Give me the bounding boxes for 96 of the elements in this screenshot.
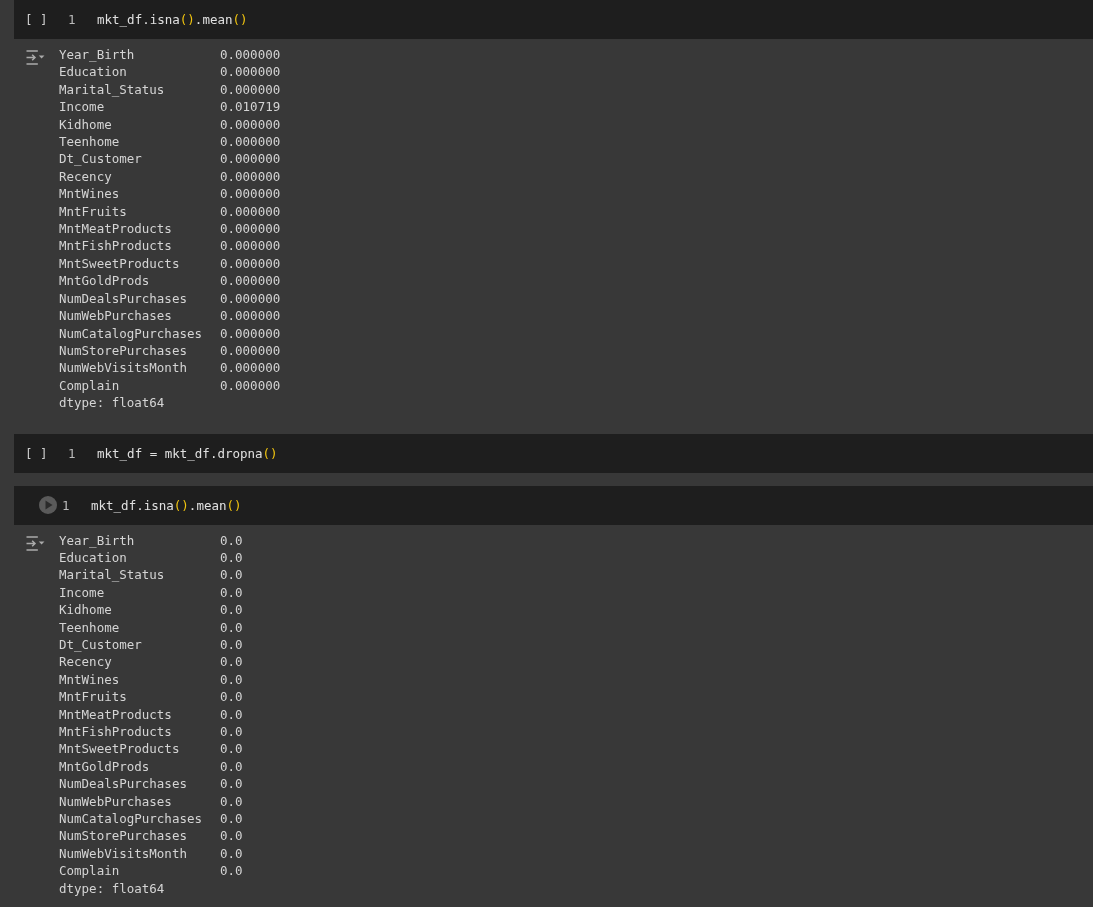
series-value: 0.000000 [220,307,281,325]
series-index: MntFruits [59,202,128,221]
series-value: 0.000000 [220,220,281,238]
line-number: 1 [68,445,76,461]
series-index: Marital_Status [59,566,166,584]
output-toggle-icon[interactable] [24,534,46,552]
code-cell[interactable]: [ ] 1 mkt_df = mkt_df.dropna() [14,433,1093,473]
series-index: MntSweetProducts [59,254,181,273]
series-value: 0.0 [220,723,243,741]
series-index: MntWines [59,670,121,689]
series-index: Year_Birth [59,46,136,64]
series-index: MntMeatProducts [59,705,173,723]
series-index: Kidhome [59,601,113,619]
code-line: mkt_df.isna().mean() [97,12,248,27]
series-index: MntGoldProds [59,757,151,776]
series-value: 0.0 [220,601,243,619]
series-index: MntSweetProducts [59,740,181,758]
code-line: mkt_df = mkt_df.dropna() [97,445,278,461]
run-button-icon[interactable] [38,495,58,516]
dtype-text: dtype: float64 [59,879,166,898]
series-value: 0.0 [220,740,243,758]
series-index: Recency [59,653,113,671]
series-index: NumDealsPurchases [59,775,188,793]
series-value: 0.000000 [220,150,281,168]
series-value: 0.0 [220,810,243,828]
series-index: Complain [59,862,121,880]
series-value: 0.000000 [220,167,281,186]
series-value: 0.0 [220,792,243,811]
series-value: 0.0 [220,757,243,776]
series-index: NumStorePurchases [59,827,188,845]
series-index: NumWebVisitsMonth [59,359,188,377]
series-index: Complain [59,376,121,395]
output-toggle-icon[interactable] [24,49,46,66]
series-value: 0.000000 [220,237,281,255]
series-value: 0.0 [220,548,243,567]
series-index: Income [59,583,106,602]
series-value: 0.000000 [220,289,281,308]
line-number: 1 [62,497,70,513]
series-value: 0.0 [220,844,243,863]
code-cell[interactable]: 1 mkt_df.isna().mean() [14,485,1093,525]
series-value: 0.000000 [220,324,281,342]
series-index: MntFishProducts [59,723,173,741]
series-index: Teenhome [59,618,121,636]
series-index: Education [59,63,128,81]
series-value: 0.000000 [220,46,281,64]
series-value: 0.000000 [220,359,281,377]
series-index: Education [59,548,128,567]
series-value: 0.000000 [220,341,281,360]
series-index: NumCatalogPurchases [59,324,203,342]
series-value: 0.000000 [220,80,281,99]
series-value: 0.0 [220,827,243,845]
series-index: MntGoldProds [59,272,151,290]
series-value: 0.010719 [220,98,281,116]
series-index: Income [59,98,106,116]
series-value: 0.0 [220,670,243,689]
series-index: NumWebVisitsMonth [59,844,188,863]
series-value: 0.000000 [220,376,281,395]
series-value: 0.0 [220,653,243,671]
series-index: MntFruits [59,688,128,706]
line-number: 1 [68,12,76,27]
code-line: mkt_df.isna().mean() [91,497,242,513]
series-value: 0.0 [220,688,243,706]
series-index: Marital_Status [59,80,166,99]
code-cell[interactable]: [ ] 1 mkt_df.isna().mean() [14,0,1093,39]
series-value: 0.0 [220,583,243,602]
series-index: Dt_Customer [59,635,143,654]
series-value: 0.000000 [220,272,281,290]
series-value: 0.000000 [220,63,281,81]
series-value: 0.0 [220,705,243,723]
dtype-text: dtype: float64 [59,394,166,412]
series-value: 0.0 [220,566,243,584]
series-value: 0.000000 [220,254,281,273]
execution-count: [ ] [25,12,45,27]
series-value: 0.0 [220,618,243,636]
series-index: MntFishProducts [59,237,173,255]
series-index: NumDealsPurchases [59,289,188,308]
series-value: 0.0 [220,635,243,654]
execution-count: [ ] [25,445,45,461]
series-index: Kidhome [59,115,113,134]
series-index: Dt_Customer [59,150,143,168]
series-index: Teenhome [59,133,121,151]
series-index: MntWines [59,185,121,203]
series-value: 0.0 [220,862,243,880]
series-value: 0.000000 [220,202,281,221]
series-index: NumWebPurchases [59,307,173,325]
series-index: NumWebPurchases [59,792,173,811]
series-value: 0.0 [220,775,243,793]
series-index: Recency [59,167,113,186]
series-index: Year_Birth [59,531,136,549]
series-value: 0.000000 [220,133,281,151]
series-value: 0.0 [220,531,243,549]
series-index: MntMeatProducts [59,220,173,238]
series-value: 0.000000 [220,185,281,203]
series-index: NumCatalogPurchases [59,810,203,828]
series-value: 0.000000 [220,115,281,134]
series-index: NumStorePurchases [59,341,188,360]
